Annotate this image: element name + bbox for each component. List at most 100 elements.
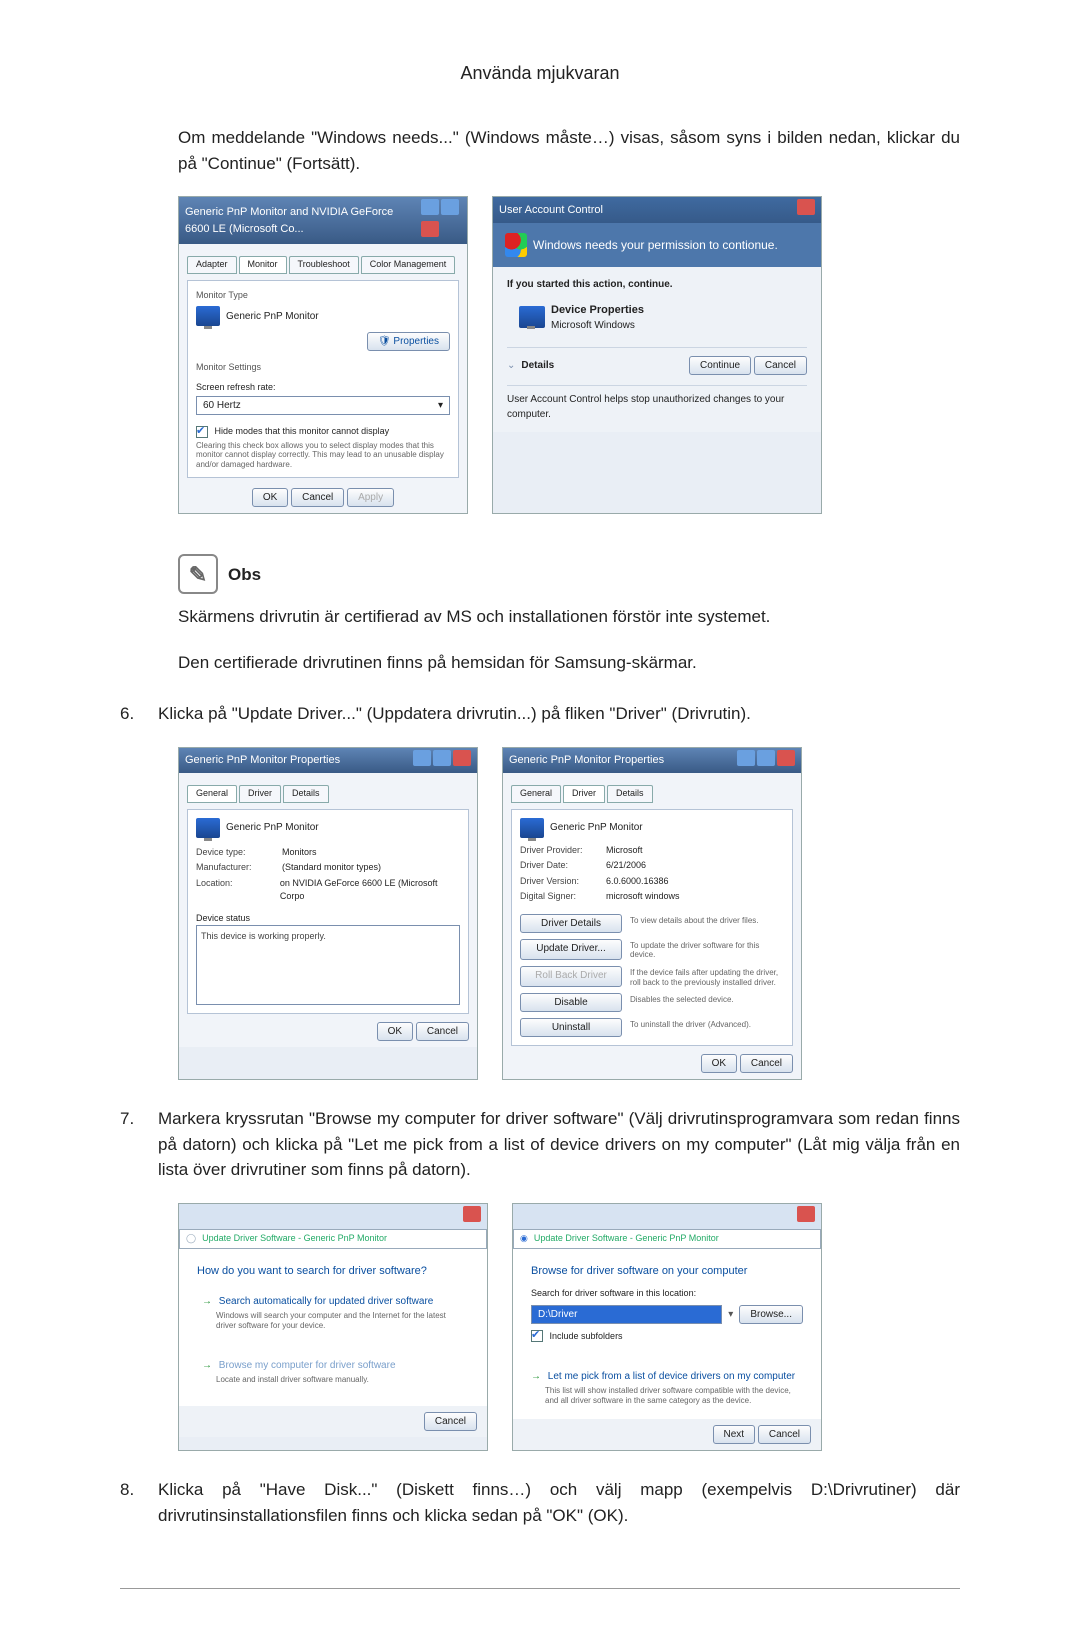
option-browse-computer[interactable]: → Browse my computer for driver software… <box>197 1351 469 1392</box>
step-number: 8. <box>120 1477 158 1528</box>
close-icon[interactable] <box>797 1206 815 1222</box>
screenshot-pair-3: ◯ Update Driver Software - Generic PnP M… <box>178 1203 960 1452</box>
device-icon <box>519 306 545 328</box>
tab-colormgmt[interactable]: Color Management <box>361 256 456 274</box>
cancel-button[interactable]: Cancel <box>758 1425 811 1444</box>
browse-button[interactable]: Browse... <box>739 1305 803 1324</box>
chevron-down-icon[interactable]: ⌄ <box>507 358 515 373</box>
monitor-icon <box>196 306 220 326</box>
update-driver-button[interactable]: Update Driver... <box>520 939 622 960</box>
back-icon[interactable]: ◯ <box>186 1232 196 1246</box>
include-subfolders-label: Include subfolders <box>550 1331 623 1341</box>
disable-button[interactable]: Disable <box>520 993 622 1012</box>
tab-general[interactable]: General <box>511 785 561 803</box>
include-subfolders-checkbox[interactable] <box>531 1330 543 1342</box>
close-icon[interactable] <box>463 1206 481 1222</box>
tab-driver[interactable]: Driver <box>563 785 605 803</box>
step-text: Klicka på "Update Driver..." (Uppdatera … <box>158 701 960 727</box>
tab-monitor[interactable]: Monitor <box>239 256 287 274</box>
uac-footer: User Account Control helps stop unauthor… <box>507 385 807 422</box>
tab-details[interactable]: Details <box>283 785 329 803</box>
step-number: 7. <box>120 1106 158 1183</box>
cancel-button[interactable]: Cancel <box>754 356 807 375</box>
tab-adapter[interactable]: Adapter <box>187 256 237 274</box>
uac-item-publisher: Microsoft Windows <box>551 318 644 333</box>
update-driver-wizard-browse: ◉ Update Driver Software - Generic PnP M… <box>512 1203 822 1452</box>
screenshot-pair-1: Generic PnP Monitor and NVIDIA GeForce 6… <box>178 196 960 514</box>
uac-item-title: Device Properties <box>551 302 644 319</box>
tab-driver[interactable]: Driver <box>239 785 281 803</box>
uac-headline: Windows needs your permission to contion… <box>533 236 778 254</box>
obs-paragraph-1: Skärmens drivrutin är certifierad av MS … <box>178 604 960 630</box>
continue-button[interactable]: Continue <box>689 356 751 375</box>
cancel-button[interactable]: Cancel <box>424 1412 477 1431</box>
shield-icon <box>505 233 527 257</box>
close-icon[interactable] <box>797 199 815 215</box>
hide-modes-checkbox[interactable] <box>196 426 208 438</box>
cancel-button[interactable]: Cancel <box>291 488 344 507</box>
arrow-icon: → <box>202 1296 212 1307</box>
breadcrumb: Update Driver Software - Generic PnP Mon… <box>534 1232 719 1246</box>
uac-started-label: If you started this action, continue. <box>507 277 807 292</box>
dialog-title: Generic PnP Monitor Properties <box>509 752 664 769</box>
obs-paragraph-2: Den certifierade drivrutinen finns på he… <box>178 650 960 676</box>
monitor-name: Generic PnP Monitor <box>226 309 319 324</box>
uac-dialog: User Account Control Windows needs your … <box>492 196 822 514</box>
refresh-rate-label: Screen refresh rate: <box>196 381 450 395</box>
monitor-icon <box>520 818 544 838</box>
hide-modes-label: Hide modes that this monitor cannot disp… <box>215 426 390 436</box>
dialog-title: Generic PnP Monitor and NVIDIA GeForce 6… <box>185 204 419 237</box>
arrow-icon: → <box>202 1360 212 1371</box>
note-icon: ✎ <box>178 554 218 594</box>
ok-button[interactable]: OK <box>252 488 288 507</box>
device-properties-driver: Generic PnP Monitor Properties General D… <box>502 747 802 1080</box>
update-driver-wizard-search: ◯ Update Driver Software - Generic PnP M… <box>178 1203 488 1452</box>
dialog-title: User Account Control <box>499 202 603 219</box>
step-text: Markera kryssrutan "Browse my computer f… <box>158 1106 960 1183</box>
details-toggle[interactable]: Details <box>521 358 554 373</box>
footer-separator <box>120 1588 960 1589</box>
page-title: Använda mjukvaran <box>120 60 960 97</box>
step-number: 6. <box>120 701 158 727</box>
monitor-settings-label: Monitor Settings <box>196 361 450 375</box>
rollback-driver-button[interactable]: Roll Back Driver <box>520 966 622 987</box>
search-location-label: Search for driver software in this locat… <box>531 1287 803 1301</box>
intro-paragraph: Om meddelande "Windows needs..." (Window… <box>178 125 960 176</box>
window-buttons <box>419 199 461 242</box>
tab-details[interactable]: Details <box>607 785 653 803</box>
cancel-button[interactable]: Cancel <box>740 1054 793 1073</box>
monitor-properties-dialog: Generic PnP Monitor and NVIDIA GeForce 6… <box>178 196 468 514</box>
monitor-icon <box>196 818 220 838</box>
chevron-down-icon: ▾ <box>438 398 443 413</box>
monitor-type-label: Monitor Type <box>196 289 450 303</box>
chevron-down-icon[interactable]: ▾ <box>728 1307 733 1322</box>
device-name: Generic PnP Monitor <box>550 820 643 835</box>
dialog-title: Generic PnP Monitor Properties <box>185 752 340 769</box>
refresh-rate-select[interactable]: 60 Hertz▾ <box>196 396 450 415</box>
hide-modes-note: Clearing this check box allows you to se… <box>196 441 450 470</box>
device-status-label: Device status <box>196 912 460 926</box>
back-icon[interactable]: ◉ <box>520 1232 528 1246</box>
option-let-me-pick[interactable]: → Let me pick from a list of device driv… <box>531 1369 803 1405</box>
obs-label: Obs <box>228 562 261 588</box>
apply-button[interactable]: Apply <box>347 488 394 507</box>
wizard-heading: How do you want to search for driver sof… <box>197 1263 469 1280</box>
tab-general[interactable]: General <box>187 785 237 803</box>
step-text: Klicka på "Have Disk..." (Diskett finns…… <box>158 1477 960 1528</box>
device-name: Generic PnP Monitor <box>226 820 319 835</box>
option-search-auto[interactable]: → Search automatically for updated drive… <box>197 1287 469 1337</box>
driver-details-button[interactable]: Driver Details <box>520 914 622 933</box>
screenshot-pair-2: Generic PnP Monitor Properties General D… <box>178 747 960 1080</box>
arrow-icon: → <box>531 1371 541 1382</box>
device-status-box: This device is working properly. <box>196 925 460 1005</box>
ok-button[interactable]: OK <box>377 1022 413 1041</box>
properties-button[interactable]: 🛡 Properties <box>367 332 450 351</box>
next-button[interactable]: Next <box>713 1425 756 1444</box>
cancel-button[interactable]: Cancel <box>416 1022 469 1041</box>
uninstall-button[interactable]: Uninstall <box>520 1018 622 1037</box>
device-properties-general: Generic PnP Monitor Properties General D… <box>178 747 478 1080</box>
wizard-heading: Browse for driver software on your compu… <box>531 1263 803 1280</box>
path-input[interactable]: D:\Driver <box>531 1305 722 1324</box>
tab-troubleshoot[interactable]: Troubleshoot <box>289 256 359 274</box>
ok-button[interactable]: OK <box>701 1054 737 1073</box>
